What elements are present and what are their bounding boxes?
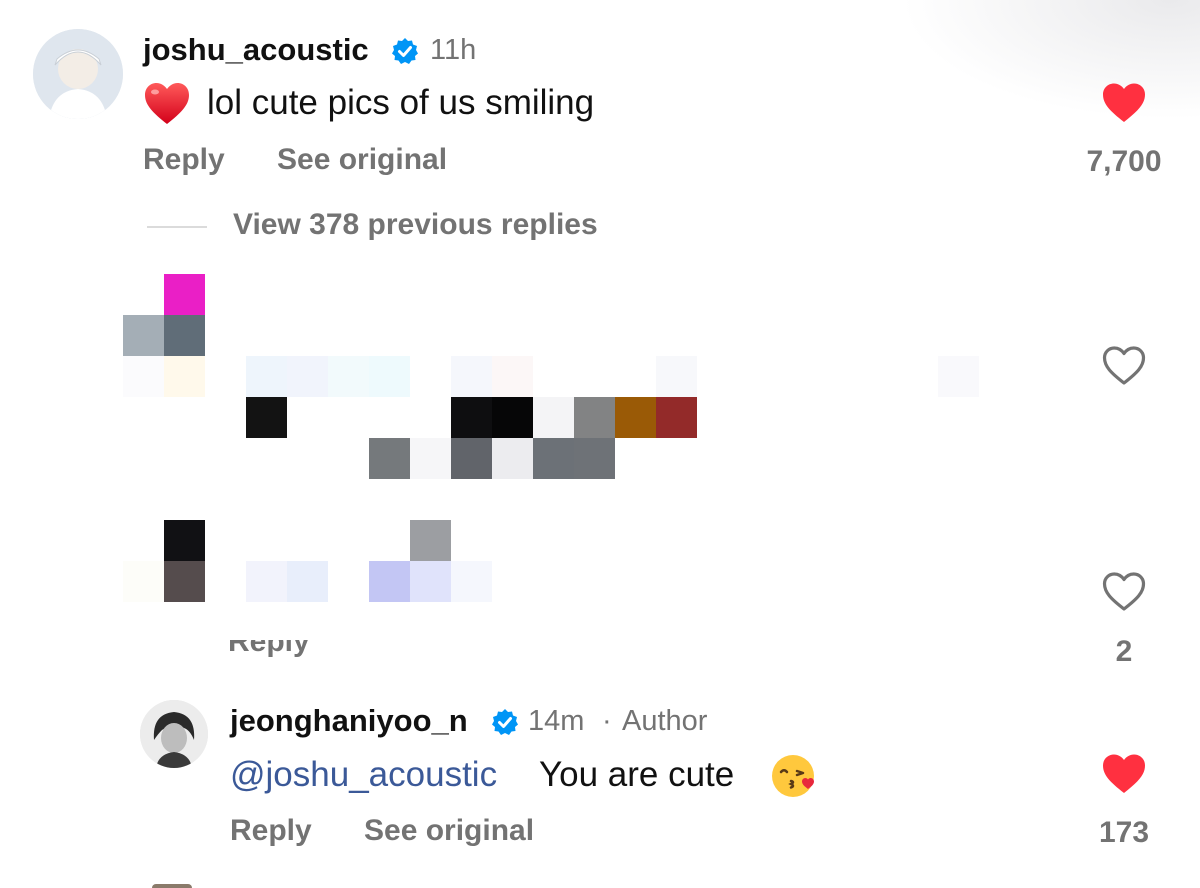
comment-username[interactable]: jeonghaniyoo_n <box>230 703 468 739</box>
pixel-block <box>164 315 205 356</box>
pixel-block <box>656 397 697 438</box>
pixel-block <box>287 561 328 602</box>
pixel-block <box>246 356 287 397</box>
pixel-block <box>287 356 328 397</box>
meta-separator: · <box>602 705 612 737</box>
reply-button[interactable]: Reply <box>230 814 312 848</box>
comment-timestamp: 14m <box>528 705 585 737</box>
pixel-block <box>164 356 205 397</box>
pixel-block <box>533 438 574 479</box>
replies-divider-line <box>147 226 207 228</box>
pixel-block <box>164 274 205 315</box>
pixel-block <box>451 397 492 438</box>
pixel-block <box>123 315 164 356</box>
red-heart-emoji <box>143 81 191 127</box>
reply-button[interactable]: Reply <box>143 143 225 177</box>
view-previous-replies-button[interactable]: View 378 previous replies <box>233 208 598 242</box>
like-heart-outline-icon[interactable] <box>1101 571 1147 613</box>
see-original-button[interactable]: See original <box>364 814 534 848</box>
pixel-block <box>410 520 451 561</box>
pixel-block <box>369 438 410 479</box>
verified-badge-icon <box>391 37 419 65</box>
avatar-image <box>33 29 123 119</box>
pixel-block <box>246 397 287 438</box>
like-count: 7,700 <box>1086 145 1162 178</box>
pixel-block <box>164 561 205 602</box>
pixel-block <box>451 438 492 479</box>
pixel-block <box>164 520 205 561</box>
pixel-block <box>246 561 287 602</box>
comment-username[interactable]: joshu_acoustic <box>143 32 369 68</box>
like-count: 2 <box>1115 635 1133 668</box>
partial-reply-clip: Reply <box>228 640 328 664</box>
next-comment-avatar-edge <box>152 884 192 888</box>
pixel-block <box>410 438 451 479</box>
comment-text: You are cute <box>539 755 735 794</box>
like-heart-icon[interactable] <box>1101 753 1147 795</box>
pixel-block <box>656 356 697 397</box>
pixel-block <box>369 561 410 602</box>
pixel-block <box>123 356 164 397</box>
pixel-block <box>328 356 369 397</box>
pixel-block <box>938 356 979 397</box>
top-right-shadow <box>900 0 1200 120</box>
verified-badge-icon <box>491 708 519 736</box>
kiss-face-emoji <box>770 752 818 800</box>
pixel-block <box>451 561 492 602</box>
mention-link[interactable]: @joshu_acoustic <box>230 755 497 795</box>
see-original-button[interactable]: See original <box>277 143 447 177</box>
reply-button-partial[interactable]: Reply <box>228 640 310 659</box>
pixel-block <box>410 561 451 602</box>
author-label: Author <box>622 705 708 737</box>
like-count: 173 <box>1098 816 1150 849</box>
like-heart-outline-icon[interactable] <box>1101 345 1147 387</box>
pixel-block <box>492 356 533 397</box>
like-heart-icon[interactable] <box>1101 82 1147 124</box>
avatar-jeonghaniyoo[interactable] <box>140 700 208 768</box>
comment-timestamp: 11h <box>430 34 477 66</box>
pixel-block <box>574 438 615 479</box>
comment-text: lol cute pics of us smiling <box>207 83 595 122</box>
pixel-block <box>369 356 410 397</box>
pixel-block <box>574 397 615 438</box>
avatar-image <box>140 700 208 768</box>
pixel-block <box>533 397 574 438</box>
pixel-block <box>451 356 492 397</box>
pixel-block <box>615 397 656 438</box>
pixel-block <box>492 397 533 438</box>
avatar-joshu[interactable] <box>33 29 123 119</box>
pixel-block <box>492 438 533 479</box>
pixel-block <box>123 561 164 602</box>
